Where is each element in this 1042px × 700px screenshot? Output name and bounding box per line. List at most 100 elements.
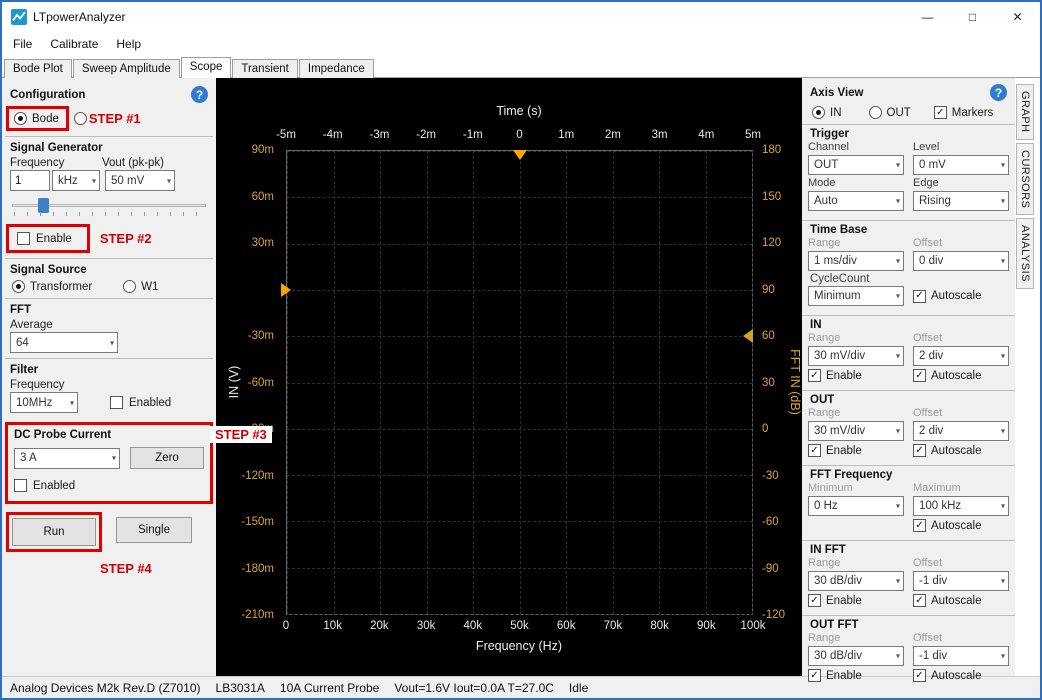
single-button[interactable]: Single [116,517,192,543]
tab-impedance[interactable]: Impedance [299,59,374,78]
step1-label: STEP #1 [89,111,141,126]
autoscale-label: Autoscale [931,595,982,607]
average-select[interactable]: 64 ▾ [10,332,118,353]
gridline [287,244,752,245]
step1-highlight-box: Bode [6,106,69,131]
cyclecount-select[interactable]: Minimum ▾ [808,286,904,306]
slider-thumb[interactable] [38,198,49,213]
amplitude-slider[interactable] [12,195,206,217]
out-fft-enable-checkbox[interactable]: ✓ [808,669,821,682]
in-range-select[interactable]: 30 mV/div ▾ [808,346,904,366]
trigger-channel-select[interactable]: OUT ▾ [808,155,904,175]
minimize-button[interactable]: — [905,2,950,32]
trigger-title: Trigger [810,128,1007,140]
out-offset-select[interactable]: 2 div ▾ [913,421,1009,441]
in-fft-section: IN FFT Range Offset 30 dB/div ▾ -1 div ▾ [802,540,1015,611]
dc-probe-enabled-checkbox[interactable] [14,479,27,492]
axis-view-out-radio[interactable] [869,106,882,119]
filter-frequency-select[interactable]: 10MHz ▾ [10,392,78,413]
maximum-label: Maximum [913,482,1009,494]
time-base-section: Time Base Range Offset 1 ms/div ▾ 0 div … [802,220,1015,311]
status-segment: Idle [569,681,588,695]
frequency-unit-select[interactable]: kHz ▾ [52,170,100,191]
tick-label: -120m [241,470,274,482]
close-button[interactable]: ✕ [995,2,1040,32]
gridline [287,521,752,522]
tab-bode-plot[interactable]: Bode Plot [4,59,72,78]
in-marker[interactable] [281,283,291,297]
tick-label: 10k [323,620,342,632]
zero-button[interactable]: Zero [130,447,204,469]
time-marker[interactable] [513,150,527,160]
signal-generator-enable-checkbox[interactable] [17,232,30,245]
run-button[interactable]: Run [12,518,96,546]
enable-label: Enable [826,595,862,607]
divider [5,298,213,299]
transformer-radio[interactable] [12,280,25,293]
in-autoscale-checkbox[interactable]: ✓ [913,369,926,382]
time-base-autoscale-checkbox[interactable]: ✓ [913,290,926,303]
selected-value: -1 div [919,575,947,587]
average-label: Average [10,319,208,331]
divider [5,358,213,359]
w1-radio[interactable] [123,280,136,293]
in-offset-select[interactable]: 2 div ▾ [913,346,1009,366]
enable-label: Enable [826,670,862,682]
side-tab-cursors[interactable]: CURSORS [1016,143,1034,216]
in-fft-range-select[interactable]: 30 dB/div ▾ [808,571,904,591]
bode-radio[interactable] [14,112,27,125]
maximize-button[interactable]: □ [950,2,995,32]
chevron-down-icon: ▾ [896,577,900,586]
dc-probe-enabled-label: Enabled [33,480,75,492]
tab-scope[interactable]: Scope [181,57,232,78]
gridline [287,568,752,569]
config-alt-radio[interactable] [74,112,87,125]
tick-label: 60m [252,191,274,203]
in-fft-autoscale-checkbox[interactable]: ✓ [913,594,926,607]
tab-sweep-amplitude[interactable]: Sweep Amplitude [73,59,180,78]
fft-minimum-select[interactable]: 0 Hz ▾ [808,496,904,516]
menu-item-calibrate[interactable]: Calibrate [41,33,107,55]
tick-label: -60 [762,516,779,528]
axis-view-out-label: OUT [887,107,911,119]
in-fft-offset-select[interactable]: -1 div ▾ [913,571,1009,591]
markers-checkbox[interactable]: ✓ [934,106,947,119]
tick-label: -30m [248,330,274,342]
gridline [287,336,752,337]
out-fft-range-select[interactable]: 30 dB/div ▾ [808,646,904,666]
tick-label: 70k [604,620,623,632]
filter-enabled-checkbox[interactable] [110,396,123,409]
vout-select[interactable]: 50 mV ▾ [105,170,175,191]
filter-enabled-label: Enabled [129,397,171,409]
trigger-section: Trigger Channel Level OUT ▾ 0 mV ▾ [802,124,1015,216]
out-fft-offset-select[interactable]: -1 div ▾ [913,646,1009,666]
side-tab-graph[interactable]: GRAPH [1016,84,1034,140]
tab-transient[interactable]: Transient [232,59,298,78]
status-segment: LB3031A [216,681,265,695]
axis-view-in-radio[interactable] [812,106,825,119]
tick-label: 180 [762,144,781,156]
trigger-level-select[interactable]: 0 mV ▾ [913,155,1009,175]
help-icon[interactable]: ? [990,84,1007,101]
scope-plot: Time (s) -5m-4m-3m-2m-1m01m2m3m4m5m 90m6… [216,78,802,676]
trigger-mode-select[interactable]: Auto ▾ [808,191,904,211]
time-base-offset-select[interactable]: 0 div ▾ [913,251,1009,271]
tick-label: -2m [416,129,436,141]
frequency-input[interactable] [10,170,50,191]
out-range-select[interactable]: 30 mV/div ▾ [808,421,904,441]
fft-frequency-autoscale-checkbox[interactable]: ✓ [913,519,926,532]
trigger-edge-select[interactable]: Rising ▾ [913,191,1009,211]
fft-marker[interactable] [743,329,753,343]
dc-probe-current-select[interactable]: 3 A ▾ [14,448,120,469]
selected-value: 30 dB/div [814,650,862,662]
menu-item-help[interactable]: Help [107,33,150,55]
out-fft-autoscale-checkbox[interactable]: ✓ [913,669,926,682]
fft-maximum-select[interactable]: 100 kHz ▾ [913,496,1009,516]
time-ticks: -5m-4m-3m-2m-1m01m2m3m4m5m [286,129,753,144]
help-icon[interactable]: ? [191,86,208,103]
out-autoscale-checkbox[interactable]: ✓ [913,444,926,457]
side-tab-analysis[interactable]: ANALYSIS [1016,218,1034,289]
time-base-range-select[interactable]: 1 ms/div ▾ [808,251,904,271]
chevron-down-icon: ▾ [1001,352,1005,361]
menu-item-file[interactable]: File [4,33,41,55]
